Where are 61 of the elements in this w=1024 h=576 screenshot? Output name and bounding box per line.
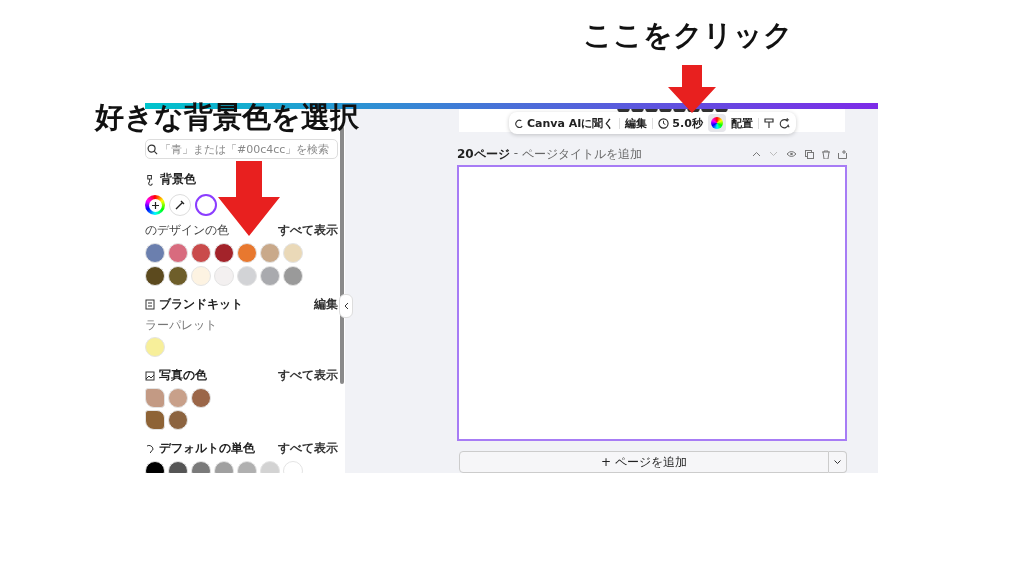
color-swatch[interactable] [214, 243, 234, 263]
edit-link[interactable]: 編集 [314, 296, 338, 313]
color-swatch[interactable] [145, 388, 165, 408]
annotation-text: 好きな背景色を選択 [95, 102, 359, 134]
brand-kit-icon [145, 299, 155, 310]
color-swatch[interactable] [145, 243, 165, 263]
chevron-down-icon [834, 460, 841, 464]
ask-ai-button[interactable]: Canva AIに聞く [515, 115, 615, 131]
color-swatch[interactable] [237, 266, 257, 286]
section-title: デフォルトの単色 [159, 440, 255, 457]
color-swatch[interactable] [283, 243, 303, 263]
section-title: ブランドキット [159, 296, 243, 313]
photo-icon [145, 370, 155, 381]
section-label: のデザインの色 [145, 222, 229, 239]
clock-icon [658, 117, 670, 129]
color-swatch[interactable] [145, 337, 165, 357]
see-all-link[interactable]: すべて表示 [278, 222, 338, 239]
color-swatch[interactable] [260, 266, 280, 286]
section-title: 写真の色 [159, 367, 207, 384]
color-swatch[interactable] [168, 388, 188, 408]
color-swatch[interactable] [168, 410, 188, 430]
color-swatch[interactable] [145, 266, 165, 286]
chevron-up-icon[interactable] [752, 151, 761, 158]
trash-icon[interactable] [822, 149, 830, 159]
paint-roller-icon[interactable] [763, 117, 774, 129]
color-swatch[interactable] [191, 266, 211, 286]
collapse-handle[interactable] [339, 294, 353, 318]
current-color-swatch[interactable] [195, 194, 217, 216]
edit-button[interactable]: 編集 [625, 115, 648, 131]
add-page-button[interactable]: + ページを追加 [459, 451, 829, 473]
duration-button[interactable]: 5.0秒 [658, 115, 703, 131]
color-swatch[interactable] [214, 266, 234, 286]
separator: - [513, 145, 519, 162]
see-all-link[interactable]: すべて表示 [278, 367, 338, 384]
page-canvas[interactable] [457, 164, 847, 441]
color-swatch[interactable] [145, 410, 165, 430]
search-icon [147, 143, 158, 155]
chevron-left-icon [343, 302, 349, 310]
arrange-button[interactable]: 配置 [730, 115, 753, 131]
color-button[interactable] [707, 114, 726, 132]
page-number: 20ページ [457, 145, 510, 163]
section-title: 背景色 [160, 171, 196, 188]
color-swatch[interactable] [191, 243, 211, 263]
annotation-text: ここをクリック [583, 20, 793, 52]
color-swatch[interactable] [260, 243, 280, 263]
eyedropper-icon[interactable] [169, 194, 191, 216]
duplicate-icon[interactable] [805, 149, 814, 159]
add-page-icon[interactable] [838, 149, 847, 159]
color-swatch[interactable] [168, 266, 188, 286]
search-field[interactable]: 「青」または「#00c4cc」を検索 [145, 139, 338, 159]
see-all-link[interactable]: すべて表示 [278, 440, 338, 457]
down-arrow [668, 65, 716, 113]
eye-icon[interactable] [786, 150, 797, 159]
color-swatch[interactable] [168, 243, 188, 263]
color-swatch[interactable] [191, 388, 211, 408]
plus-icon [151, 201, 159, 209]
add-color-button[interactable] [145, 195, 165, 215]
color-swatch[interactable] [237, 243, 257, 263]
palette-label: ラーパレット [145, 317, 218, 334]
page-title-field[interactable]: ページタイトルを追加 [522, 145, 643, 163]
color-swatch[interactable] [283, 266, 303, 286]
